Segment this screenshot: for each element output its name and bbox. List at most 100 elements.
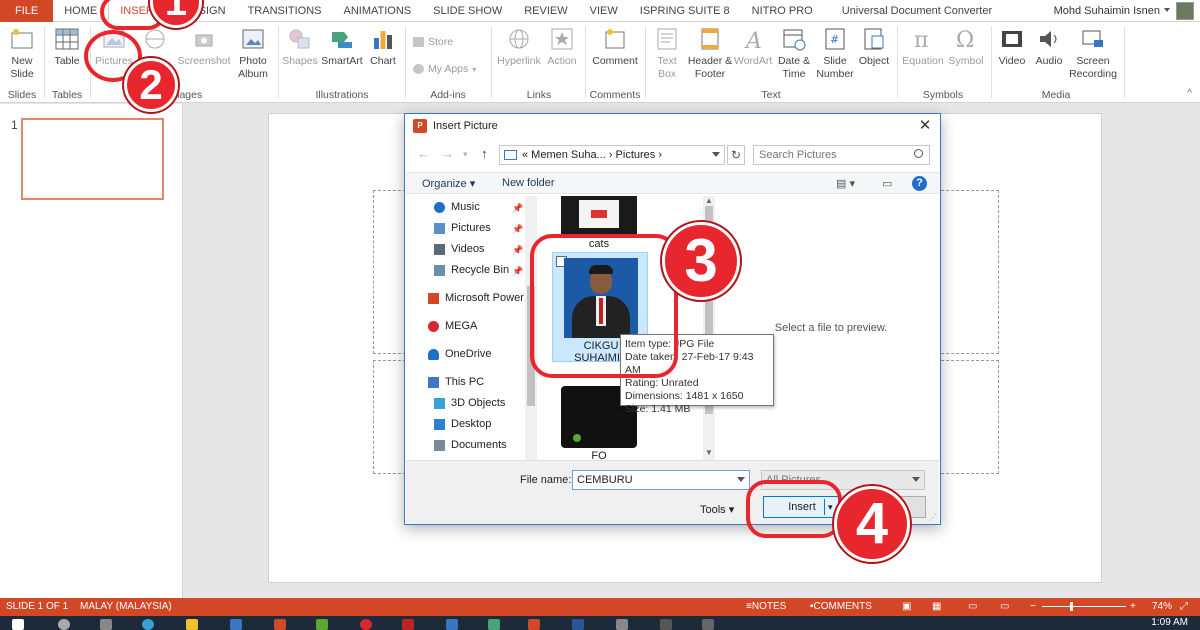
my-apps-button[interactable]: My Apps ▾ [413, 63, 476, 75]
new-folder-button[interactable]: New folder [502, 177, 555, 189]
app-icon[interactable] [360, 619, 372, 630]
nav-item-pictures[interactable]: Pictures [434, 222, 491, 234]
app-icon[interactable] [316, 619, 328, 630]
slide-number-button[interactable]: # Slide Number [816, 26, 854, 81]
new-slide-button[interactable]: New Slide [6, 26, 38, 81]
fit-slide-icon[interactable]: ⤢ [1180, 598, 1188, 616]
tools-button[interactable]: Tools ▾ [700, 503, 734, 516]
comment-button[interactable]: Comment [589, 26, 641, 68]
chevron-down-icon[interactable] [737, 477, 745, 482]
nav-item-mega[interactable]: MEGA [428, 320, 477, 332]
notes-button[interactable]: ≡ NOTES [746, 598, 786, 616]
user-caret-icon[interactable] [1164, 8, 1170, 12]
zoom-slider[interactable] [1042, 606, 1126, 607]
slideshow-view-icon[interactable]: ▭ [1000, 598, 1009, 616]
file-name-input[interactable]: CEMBURU [572, 470, 750, 490]
zoom-slider-thumb[interactable] [1070, 602, 1073, 611]
powerpoint-taskbar-icon[interactable] [528, 619, 540, 630]
wordart-button[interactable]: A WordArt [734, 26, 772, 68]
app-icon[interactable] [488, 619, 500, 630]
normal-view-icon[interactable]: ▣ [902, 598, 911, 616]
language-indicator[interactable]: MALAY (MALAYSIA) [80, 598, 172, 616]
tab-file[interactable]: FILE [0, 0, 54, 22]
nav-item-desktop[interactable]: Desktop [434, 418, 491, 430]
pin-icon[interactable]: 📌 [512, 203, 523, 214]
comments-button[interactable]: ▪ COMMENTS [810, 598, 872, 616]
task-view-icon[interactable] [100, 619, 112, 630]
smartart-button[interactable]: SmartArt [320, 26, 364, 68]
zoom-in-icon[interactable]: + [1130, 598, 1136, 616]
tab-ispring[interactable]: ISPRING SUITE 8 [629, 0, 741, 22]
screenshot-button[interactable]: Screenshot [176, 26, 232, 68]
organize-button[interactable]: Organize ▾ [422, 177, 475, 190]
shapes-button[interactable]: Shapes [282, 26, 318, 68]
audio-button[interactable]: Audio [1032, 26, 1066, 68]
word-taskbar-icon[interactable] [572, 619, 584, 630]
pin-icon[interactable]: 📌 [512, 224, 523, 235]
hyperlink-button[interactable]: Hyperlink [496, 26, 542, 68]
nav-item-recycle-bin[interactable]: Recycle Bin [434, 264, 509, 276]
online-pictures-button[interactable] [138, 26, 172, 55]
reading-view-icon[interactable]: ▭ [968, 598, 977, 616]
app-icon[interactable] [702, 619, 714, 630]
nav-item-documents[interactable]: Documents [434, 439, 507, 451]
store-button[interactable]: Store [413, 36, 453, 48]
store-icon[interactable] [230, 619, 242, 630]
header-footer-button[interactable]: Header & Footer [686, 26, 734, 81]
nav-item-videos[interactable]: Videos [434, 243, 484, 255]
zoom-out-icon[interactable]: − [1030, 598, 1036, 616]
search-input[interactable]: Search Pictures [753, 145, 930, 165]
screen-recording-button[interactable]: Screen Recording [1066, 26, 1120, 81]
tab-nitro[interactable]: NITRO PRO [741, 0, 824, 22]
nav-item-music[interactable]: Music [434, 201, 480, 213]
refresh-button[interactable]: ↻ [727, 145, 745, 165]
user-name[interactable]: Mohd Suhaimin Isnen [1054, 0, 1160, 22]
symbol-button[interactable]: Ω Symbol [946, 26, 986, 68]
app-icon[interactable] [446, 619, 458, 630]
chevron-down-icon[interactable]: ▾ [463, 149, 468, 160]
date-time-button[interactable]: Date & Time [774, 26, 814, 81]
app-icon[interactable] [274, 619, 286, 630]
collapse-ribbon-icon[interactable]: ^ [1187, 88, 1192, 99]
app-icon[interactable] [660, 619, 672, 630]
tab-slide-show[interactable]: SLIDE SHOW [422, 0, 513, 22]
video-button[interactable]: Video [996, 26, 1028, 68]
chevron-down-icon[interactable] [912, 477, 920, 482]
file-explorer-icon[interactable] [186, 619, 198, 630]
object-button[interactable]: Object [856, 26, 892, 68]
tab-view[interactable]: VIEW [579, 0, 629, 22]
text-box-button[interactable]: Text Box [650, 26, 684, 81]
browser-icon[interactable] [142, 619, 154, 630]
nav-item-microsoft-powerpoint[interactable]: Microsoft Power [428, 292, 524, 304]
slide-sorter-icon[interactable]: ▦ [932, 598, 941, 616]
close-icon[interactable]: ✕ [916, 117, 934, 135]
view-options-icon[interactable]: ▤ ▾ [836, 177, 855, 190]
tab-udc[interactable]: Universal Document Converter [824, 0, 1003, 22]
slide-thumbnail[interactable] [21, 118, 164, 200]
table-button[interactable]: Table [50, 26, 84, 68]
back-arrow-icon[interactable]: ← [417, 146, 430, 161]
search-icon[interactable] [58, 619, 70, 630]
forward-arrow-icon[interactable]: → [441, 146, 454, 161]
address-bar[interactable]: « Memen Suha... › Pictures › [499, 145, 725, 165]
zoom-level[interactable]: 74% [1152, 598, 1172, 616]
action-button[interactable]: Action [544, 26, 580, 68]
tab-transitions[interactable]: TRANSITIONS [237, 0, 333, 22]
tab-animations[interactable]: ANIMATIONS [333, 0, 423, 22]
chart-button[interactable]: Chart [366, 26, 400, 68]
resize-grip-icon[interactable]: ⋰ [929, 513, 937, 522]
app-icon[interactable] [402, 619, 414, 630]
pin-icon[interactable]: 📌 [512, 266, 523, 277]
nav-item-this-pc[interactable]: This PC [428, 376, 484, 388]
up-arrow-icon[interactable]: ↑ [481, 146, 488, 161]
scroll-down-icon[interactable]: ▼ [705, 448, 713, 457]
windows-start-icon[interactable] [12, 619, 24, 630]
preview-pane-icon[interactable]: ▭ [882, 177, 892, 190]
tab-review[interactable]: REVIEW [513, 0, 578, 22]
user-avatar[interactable] [1176, 2, 1194, 20]
scroll-up-icon[interactable]: ▲ [705, 196, 713, 205]
help-icon[interactable]: ? [912, 176, 927, 191]
nav-item-3d-objects[interactable]: 3D Objects [434, 397, 505, 409]
chevron-down-icon[interactable] [712, 152, 720, 157]
nav-item-onedrive[interactable]: OneDrive [428, 348, 491, 360]
